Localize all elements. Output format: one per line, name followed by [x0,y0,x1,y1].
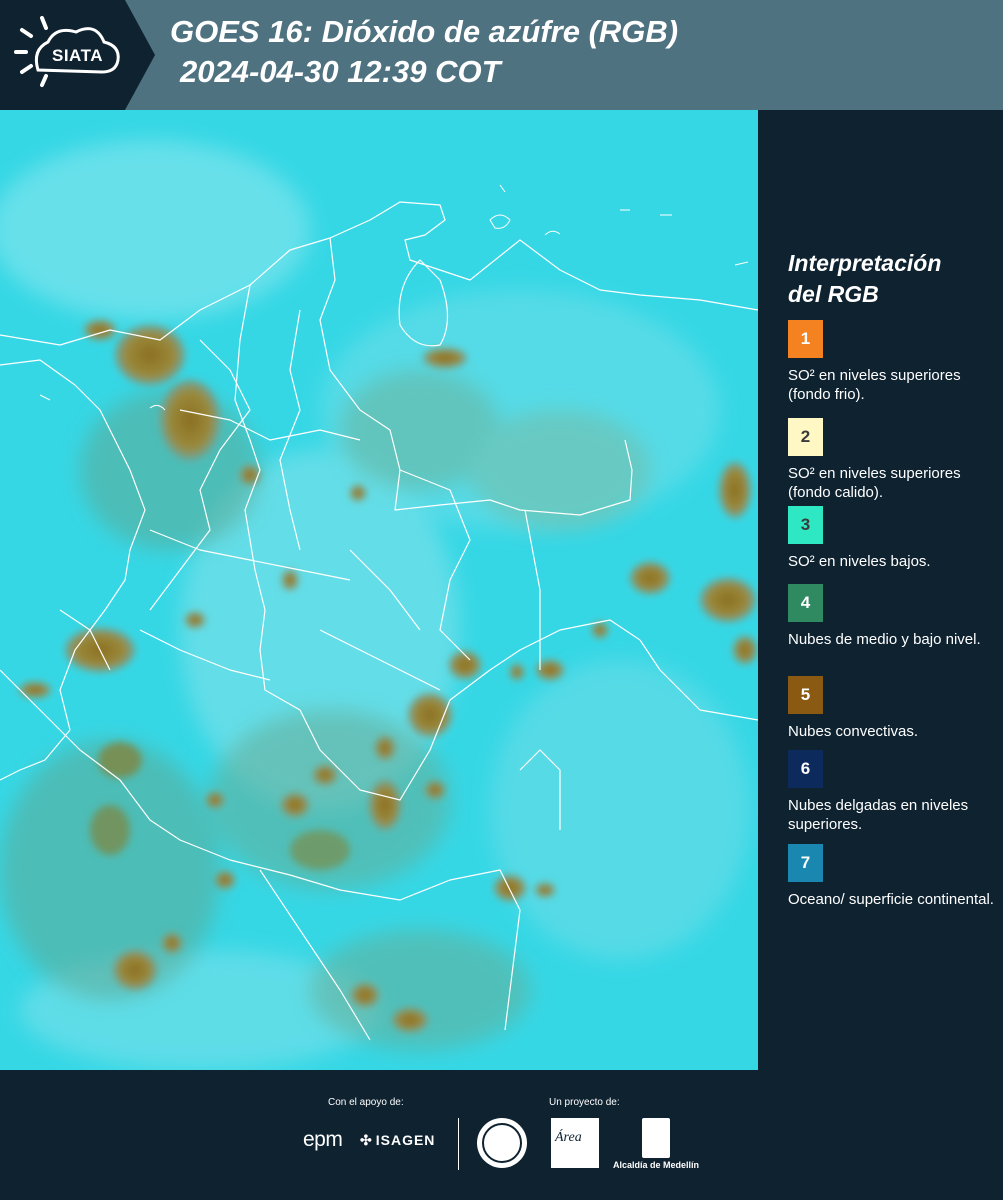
legend-item-7: 7 Oceano/ superficie continental. [788,844,998,909]
legend-swatch-1: 1 [788,320,823,358]
isagen-logo: ✣ ISAGEN [360,1132,435,1149]
area-logo-text: Área [555,1130,582,1145]
legend-panel: Interpretación del RGB 1 SO² en niveles … [758,110,1003,1070]
legend-item-2: 2 SO² en niveles superiores (fondo calid… [788,418,998,502]
legend-text-5: Nubes convectivas. [788,723,919,740]
support-label: Con el apoyo de: [328,1097,404,1108]
legend-title-line1: Interpretación [788,250,942,276]
project-label: Un proyecto de: [549,1097,620,1108]
legend-swatch-3: 3 [788,506,823,544]
legend-swatch-7: 7 [788,844,823,882]
legend-text-4: Nubes de medio y bajo nivel. [788,631,981,648]
page-title: GOES 16: Dióxido de azúfre (RGB) [170,14,679,49]
alcaldia-label: Alcaldía de Medellín [613,1160,700,1170]
legend-title: Interpretación del RGB [788,248,988,310]
legend-text-7: Oceano/ superficie continental. [788,891,994,908]
legend-swatch-5: 5 [788,676,823,714]
legend-swatch-6: 6 [788,750,823,788]
area-metropolitana-logo: Área [551,1118,599,1168]
footer: Con el apoyo de: Un proyecto de: epm ✣ IS… [0,1070,1003,1200]
satellite-map[interactable] [0,110,758,1070]
siata-logo: SIATA [0,0,155,110]
legend-swatch-2: 2 [788,418,823,456]
legend-item-6: 6 Nubes delgadas en niveles superiores. [788,750,998,834]
legend-text-1: SO² en niveles superiores (fondo frio). [788,367,961,403]
legend-item-4: 4 Nubes de medio y bajo nivel. [788,584,998,649]
legend-title-line2: del RGB [788,281,879,307]
footer-divider [458,1118,459,1170]
epm-logo: epm [303,1128,343,1151]
legend-text-3: SO² en niveles bajos. [788,553,931,570]
header-banner: SIATA GOES 16: Dióxido de azúfre (RGB) 2… [0,0,1003,110]
isagen-mark-icon: ✣ [360,1132,373,1148]
legend-text-2: SO² en niveles superiores (fondo calido)… [788,465,961,501]
alcaldia-shield-icon [642,1118,670,1158]
timestamp: 2024-04-30 12:39 COT [180,54,501,89]
seal-ring [482,1123,522,1163]
legend-item-5: 5 Nubes convectivas. [788,676,998,741]
legend-item-3: 3 SO² en niveles bajos. [788,506,998,571]
university-seal-icon [477,1118,527,1168]
legend-swatch-4: 4 [788,584,823,622]
legend-item-1: 1 SO² en niveles superiores (fondo frio)… [788,320,998,404]
legend-text-6: Nubes delgadas en niveles superiores. [788,797,969,833]
isagen-text: ISAGEN [375,1132,436,1148]
logo-text: SIATA [52,46,103,65]
